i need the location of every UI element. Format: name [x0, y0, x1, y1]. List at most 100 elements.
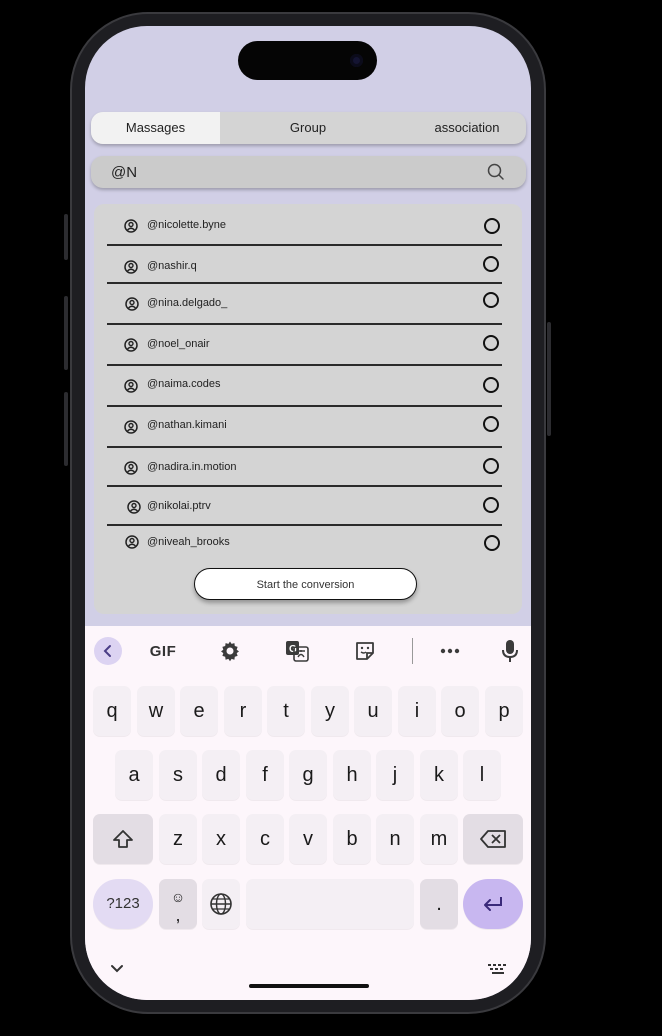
- select-radio[interactable]: [484, 218, 500, 234]
- key-s[interactable]: s: [159, 750, 197, 800]
- enter-arrow-icon: [484, 897, 502, 911]
- contact-handle: @nashir.q: [147, 260, 197, 272]
- sticker-button[interactable]: [350, 636, 380, 666]
- contact-handle: @nadira.in.motion: [147, 461, 237, 473]
- dynamic-island: [238, 41, 377, 80]
- search-input[interactable]: @N: [91, 156, 526, 188]
- translate-icon: G: [286, 641, 309, 662]
- tab-bar: Massages Group association: [91, 112, 526, 144]
- power-button: [547, 322, 551, 436]
- emoji-comma-key[interactable]: ☺ ,: [159, 879, 197, 929]
- period-key[interactable]: .: [420, 879, 458, 929]
- key-j[interactable]: j: [376, 750, 414, 800]
- key-p[interactable]: p: [485, 686, 523, 736]
- gif-label: GIF: [149, 642, 177, 660]
- camera-icon: [350, 54, 363, 67]
- tab-massages[interactable]: Massages: [91, 112, 220, 144]
- chevron-down-icon: [111, 965, 123, 973]
- shift-icon: [113, 830, 133, 848]
- contact-handle: @noel_onair: [147, 338, 210, 350]
- key-i[interactable]: i: [398, 686, 436, 736]
- microphone-icon: [502, 640, 518, 662]
- gif-button[interactable]: GIF: [147, 636, 179, 666]
- select-radio[interactable]: [483, 497, 499, 513]
- key-t[interactable]: t: [267, 686, 305, 736]
- more-options-button[interactable]: [435, 636, 465, 666]
- start-conversation-button[interactable]: Start the conversion: [194, 568, 417, 600]
- collapse-toolbar-button[interactable]: [94, 637, 122, 665]
- globe-icon: [210, 893, 232, 915]
- sticker-icon: [356, 642, 374, 660]
- key-k[interactable]: k: [420, 750, 458, 800]
- contact-list: @nicolette.byne @nashir.q @nina.delgado_…: [94, 204, 522, 614]
- divider: [107, 405, 502, 407]
- divider: [107, 485, 502, 487]
- select-radio[interactable]: [483, 256, 499, 272]
- user-circle-icon: [125, 297, 139, 316]
- shift-key[interactable]: [93, 814, 153, 864]
- settings-button[interactable]: [215, 636, 245, 666]
- divider: [107, 244, 502, 246]
- on-screen-keyboard: GIF G q w e r t y u i o p a s d f g h j …: [85, 626, 531, 1000]
- space-key[interactable]: [246, 879, 414, 929]
- svg-text:G: G: [289, 644, 297, 655]
- tab-association[interactable]: association: [413, 112, 521, 144]
- search-icon[interactable]: [486, 162, 506, 187]
- divider: [107, 282, 502, 284]
- key-f[interactable]: f: [246, 750, 284, 800]
- key-u[interactable]: u: [354, 686, 392, 736]
- contact-handle: @nathan.kimani: [147, 419, 227, 431]
- key-o[interactable]: o: [441, 686, 479, 736]
- select-radio[interactable]: [483, 458, 499, 474]
- select-radio[interactable]: [483, 416, 499, 432]
- gear-icon: [221, 641, 239, 662]
- key-v[interactable]: v: [289, 814, 327, 864]
- divider: [107, 446, 502, 448]
- comma-label: ,: [175, 905, 181, 925]
- hide-keyboard-button[interactable]: [109, 962, 129, 978]
- key-h[interactable]: h: [333, 750, 371, 800]
- divider: [107, 323, 502, 325]
- volume-down-button: [64, 392, 68, 466]
- divider: [107, 364, 502, 366]
- key-g[interactable]: g: [289, 750, 327, 800]
- user-circle-icon: [124, 338, 138, 357]
- select-radio[interactable]: [484, 535, 500, 551]
- search-value: @N: [111, 164, 138, 181]
- voice-input-button[interactable]: [495, 636, 525, 666]
- user-circle-icon: [124, 461, 138, 480]
- select-radio[interactable]: [483, 292, 499, 308]
- key-c[interactable]: c: [246, 814, 284, 864]
- backspace-key[interactable]: [463, 814, 523, 864]
- tab-group[interactable]: Group: [241, 112, 375, 144]
- home-indicator[interactable]: [249, 984, 369, 988]
- key-z[interactable]: z: [159, 814, 197, 864]
- key-n[interactable]: n: [376, 814, 414, 864]
- numbers-symbols-key[interactable]: ?123: [93, 879, 153, 929]
- contact-handle: @niveah_brooks: [147, 536, 230, 548]
- key-r[interactable]: r: [224, 686, 262, 736]
- user-circle-icon: [124, 379, 138, 398]
- divider: [107, 524, 502, 526]
- phone-screen: Massages Group association @N @nicolette…: [85, 26, 531, 1000]
- language-key[interactable]: [202, 879, 240, 929]
- key-l[interactable]: l: [463, 750, 501, 800]
- key-b[interactable]: b: [333, 814, 371, 864]
- enter-key[interactable]: [463, 879, 523, 929]
- select-radio[interactable]: [483, 335, 499, 351]
- translate-button[interactable]: G: [282, 636, 312, 666]
- smiley-icon: ☺: [170, 889, 186, 905]
- contact-handle: @nikolai.ptrv: [147, 500, 211, 512]
- key-a[interactable]: a: [115, 750, 153, 800]
- key-x[interactable]: x: [202, 814, 240, 864]
- key-m[interactable]: m: [420, 814, 458, 864]
- key-w[interactable]: w: [137, 686, 175, 736]
- select-radio[interactable]: [483, 377, 499, 393]
- key-y[interactable]: y: [311, 686, 349, 736]
- user-circle-icon: [125, 535, 139, 554]
- key-e[interactable]: e: [180, 686, 218, 736]
- keyboard-switch-button[interactable]: [487, 962, 511, 978]
- key-d[interactable]: d: [202, 750, 240, 800]
- key-q[interactable]: q: [93, 686, 131, 736]
- chevron-left-icon: [103, 645, 111, 657]
